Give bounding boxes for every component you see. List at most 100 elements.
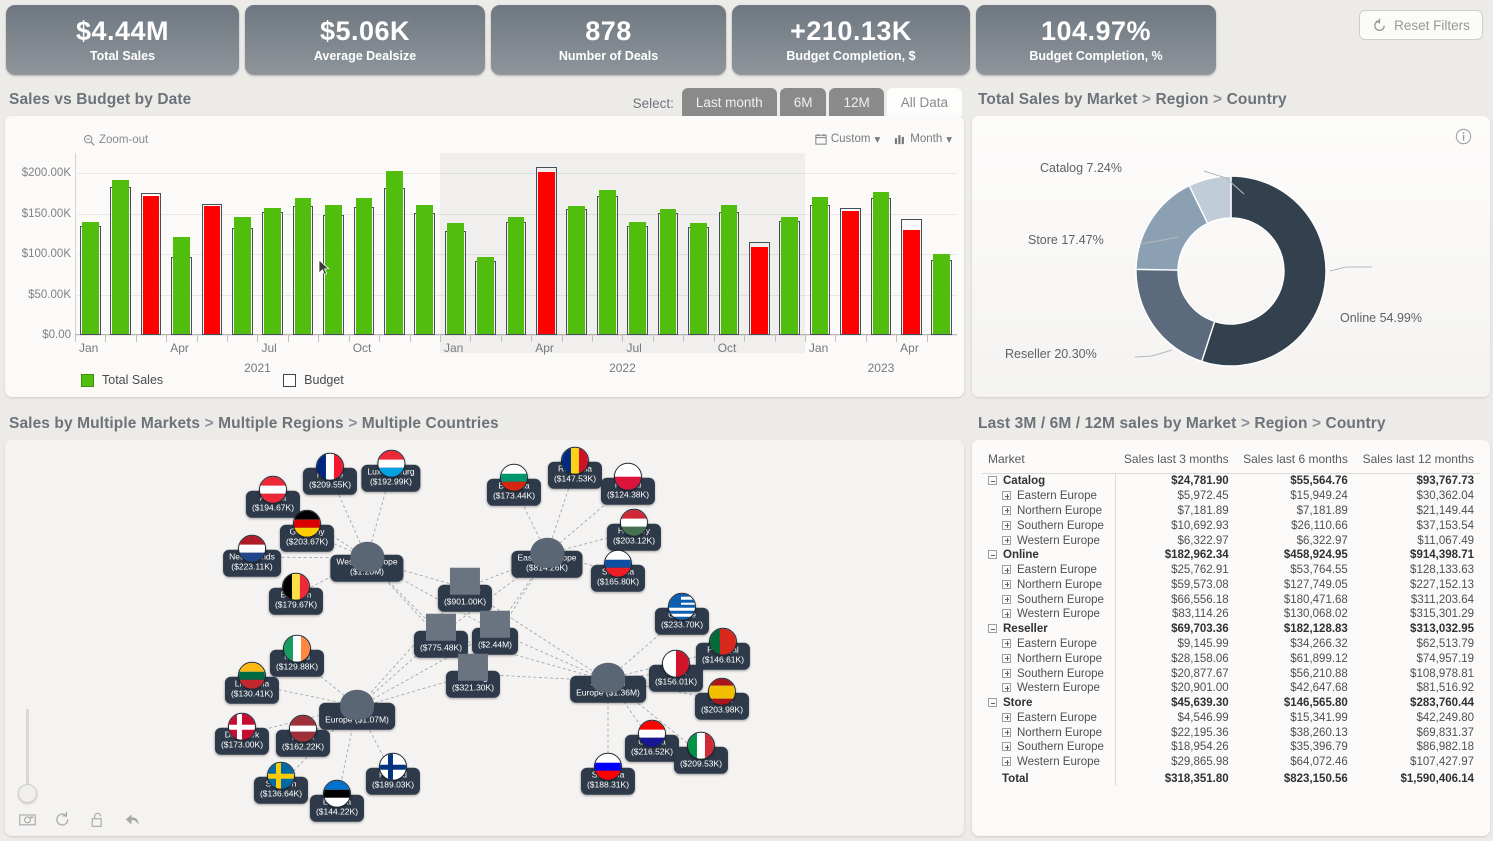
kpi-card-total-sales[interactable]: $4.44M Total Sales [6, 5, 239, 75]
cell-market[interactable]: Western Europe [982, 607, 1116, 622]
bar-over-budget[interactable] [446, 223, 464, 334]
bar-group[interactable] [596, 153, 618, 335]
network-node-slovenia[interactable]: Slovenia($188.31K) [580, 752, 636, 795]
custom-range-dropdown[interactable]: Custom ▾ [815, 132, 880, 146]
table-row[interactable]: Western Europe $83,114.26 $130,068.02 $315,… [982, 607, 1480, 622]
bar-under-budget[interactable] [538, 172, 555, 334]
kpi-card-budget-completion-percent[interactable]: 104.97% Budget Completion, % [976, 5, 1216, 75]
bar-group[interactable] [748, 153, 770, 335]
bar-group[interactable] [292, 153, 314, 335]
cell-market[interactable]: Eastern Europe [982, 562, 1116, 578]
network-node-online[interactable]: Online($2.44M) [471, 610, 519, 655]
bar-group[interactable] [840, 153, 861, 335]
bar-group[interactable] [657, 153, 679, 335]
bar-chart-plot-area[interactable]: $0.00 $50.00K $100.00K $150.00K $200.00K [22, 153, 957, 353]
table-row[interactable]: Northern Europe $59,573.08 $127,749.05 $227… [982, 577, 1480, 593]
network-zoom-knob[interactable] [18, 784, 37, 803]
cell-market[interactable]: Southern Europe [982, 518, 1116, 534]
table-row[interactable]: Northern Europe $7,181.89 $7,181.89 $21,149… [982, 503, 1480, 519]
table-row[interactable]: Northern Europe $22,195.36 $38,260.13 $69,8… [982, 725, 1480, 741]
column-header-sales-12m[interactable]: Sales last 12 months [1353, 449, 1480, 474]
network-node-reseller[interactable]: Reseller($901.00K) [437, 567, 493, 612]
table-row[interactable]: Southern Europe $20,877.67 $56,210.88 $108,… [982, 666, 1480, 681]
bar-over-budget[interactable] [933, 253, 951, 334]
expand-icon[interactable] [1002, 609, 1011, 619]
expand-icon[interactable] [1002, 535, 1011, 545]
cell-market[interactable]: Northern Europe [982, 651, 1116, 667]
network-node-austria[interactable]: Austria($194.67K) [245, 475, 301, 518]
kpi-card-budget-completion-dollars[interactable]: +210.13K Budget Completion, $ [732, 5, 970, 75]
bar-over-budget[interactable] [477, 257, 494, 334]
bar-over-budget[interactable] [416, 205, 434, 334]
network-node-hungary[interactable]: Hungary($203.12K) [606, 508, 662, 551]
bar-over-budget[interactable] [720, 204, 738, 334]
network-node-eastern-europe[interactable]: Eastern Europe($814.26K) [511, 537, 583, 578]
expand-icon[interactable] [1002, 505, 1011, 515]
range-button-all-data[interactable]: All Data [886, 88, 962, 116]
table-row[interactable]: Eastern Europe $25,762.91 $53,764.55 $128,1… [982, 562, 1480, 578]
expand-icon[interactable] [1002, 712, 1011, 722]
table-row[interactable]: Eastern Europe $5,972.45 $15,949.24 $30,362… [982, 488, 1480, 504]
bar-under-budget[interactable] [142, 195, 160, 334]
network-node-slovakia[interactable]: Slovakia($165.80K) [590, 549, 646, 592]
network-node-greece[interactable]: Greece($233.70K) [654, 592, 710, 635]
bar-over-budget[interactable] [325, 204, 342, 334]
bar-group[interactable] [475, 153, 496, 335]
bar-over-budget[interactable] [598, 190, 616, 334]
cell-market[interactable]: Northern Europe [982, 577, 1116, 593]
network-node-ireland[interactable]: Ireland($129.88K) [269, 634, 325, 677]
bar-group[interactable] [444, 153, 466, 335]
bar-over-budget[interactable] [112, 179, 129, 334]
expand-icon[interactable] [1002, 742, 1011, 752]
bar-group[interactable] [231, 153, 253, 335]
undo-arrow-icon[interactable] [124, 811, 141, 828]
cell-market[interactable]: Eastern Europe [982, 636, 1116, 652]
network-node-spain[interactable]: Spain($203.98K) [694, 677, 750, 720]
network-node-romania[interactable]: Romania($147.53K) [547, 446, 603, 489]
network-node-poland[interactable]: Poland($124.38K) [600, 462, 656, 505]
cell-market[interactable]: Online [982, 547, 1116, 563]
cell-market[interactable]: Catalog [982, 473, 1116, 489]
bar-over-budget[interactable] [507, 216, 525, 334]
table-row[interactable]: Western Europe $20,901.00 $42,647.68 $81,51… [982, 680, 1480, 696]
column-header-sales-3m[interactable]: Sales last 3 months [1115, 449, 1235, 474]
network-node-southern-europe[interactable]: SouthernEurope ($1.36M) [570, 662, 646, 703]
table-row[interactable]: Store $45,639.30 $146,565.80 $283,760.44 [982, 695, 1480, 711]
reset-filters-button[interactable]: Reset Filters [1359, 10, 1483, 40]
bar-group[interactable] [870, 153, 892, 335]
bar-under-budget[interactable] [750, 246, 768, 334]
table-row[interactable]: Western Europe $29,865.98 $64,072.46 $107,4… [982, 754, 1480, 770]
network-node-italy[interactable]: Italy($209.53K) [673, 731, 729, 774]
network-node-sweden[interactable]: Sweden($136.64K) [253, 761, 309, 804]
cell-market[interactable]: Store [982, 695, 1116, 711]
bar-under-budget[interactable] [203, 206, 221, 334]
unlock-icon[interactable] [89, 811, 106, 828]
bar-over-budget[interactable] [690, 223, 707, 334]
table-row[interactable]: Online $182,962.34 $458,924.95 $914,398.71 [982, 547, 1480, 563]
network-node-luxembourg[interactable]: Luxembourg($192.99K) [361, 449, 421, 492]
kpi-card-number-of-deals[interactable]: 878 Number of Deals [491, 5, 726, 75]
bar-group[interactable] [110, 153, 131, 335]
table-row[interactable]: Western Europe $6,322.97 $6,322.97 $11,067.… [982, 533, 1480, 548]
expand-icon[interactable] [1002, 594, 1011, 604]
bar-over-budget[interactable] [355, 198, 373, 334]
table-row[interactable]: Southern Europe $10,692.93 $26,110.66 $37,1… [982, 518, 1480, 534]
table-row[interactable]: Southern Europe $18,954.26 $35,396.79 $86,9… [982, 740, 1480, 755]
network-node-denmark[interactable]: Denmark($173.00K) [214, 712, 270, 755]
cell-market[interactable]: Eastern Europe [982, 710, 1116, 726]
bar-group[interactable] [353, 153, 375, 335]
network-node-netherlands[interactable]: Netherlands($223.11K) [223, 534, 281, 577]
network-node-finland[interactable]: Finland($189.03K) [365, 752, 421, 795]
cell-market[interactable]: Southern Europe [982, 592, 1116, 608]
expand-icon[interactable] [1002, 638, 1011, 648]
cell-market[interactable]: Reseller [982, 621, 1116, 637]
expand-icon[interactable] [1002, 757, 1011, 767]
network-node-portugal[interactable]: Portugal($146.61K) [695, 627, 751, 670]
network-node-croatia[interactable]: Croatia($216.52K) [624, 719, 680, 762]
bar-group[interactable] [323, 153, 344, 335]
table-row[interactable]: Catalog $24,781.90 $55,564.76 $93,767.73 [982, 473, 1480, 489]
network-node-latvia[interactable]: Latvia($162.22K) [275, 714, 331, 757]
network-node-france[interactable]: France($209.55K) [302, 452, 358, 495]
bar-group[interactable] [566, 153, 588, 335]
collapse-icon[interactable] [988, 476, 997, 486]
